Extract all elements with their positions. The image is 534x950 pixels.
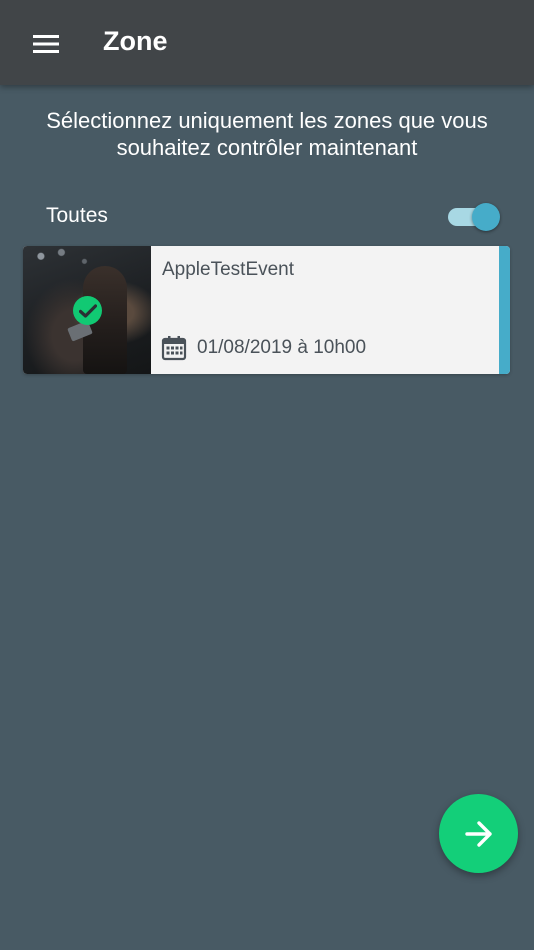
- toggle-thumb: [472, 203, 500, 231]
- event-name: AppleTestEvent: [162, 259, 295, 280]
- next-button[interactable]: [439, 794, 518, 873]
- instruction-text: Sélectionnez uniquement les zones que vo…: [46, 108, 488, 160]
- hamburger-menu-icon: [33, 35, 59, 53]
- event-thumbnail: [23, 246, 151, 374]
- event-card[interactable]: AppleTestEvent 01/08/2019 à 10h00: [23, 246, 510, 374]
- app-bar: Zone: [0, 0, 534, 85]
- event-date-row: 01/08/2019 à 10h00: [161, 334, 366, 362]
- calendar-icon: [161, 336, 187, 361]
- arrow-right-icon: [464, 820, 492, 847]
- select-all-row: Toutes: [46, 200, 502, 232]
- select-all-toggle[interactable]: [448, 202, 502, 232]
- check-circle-icon: [73, 296, 102, 325]
- page-title: Zone: [103, 26, 168, 56]
- select-all-label: Toutes: [46, 204, 108, 227]
- event-date: 01/08/2019 à 10h00: [197, 337, 367, 358]
- selected-accent-bar: [499, 246, 510, 374]
- menu-button[interactable]: [22, 22, 70, 66]
